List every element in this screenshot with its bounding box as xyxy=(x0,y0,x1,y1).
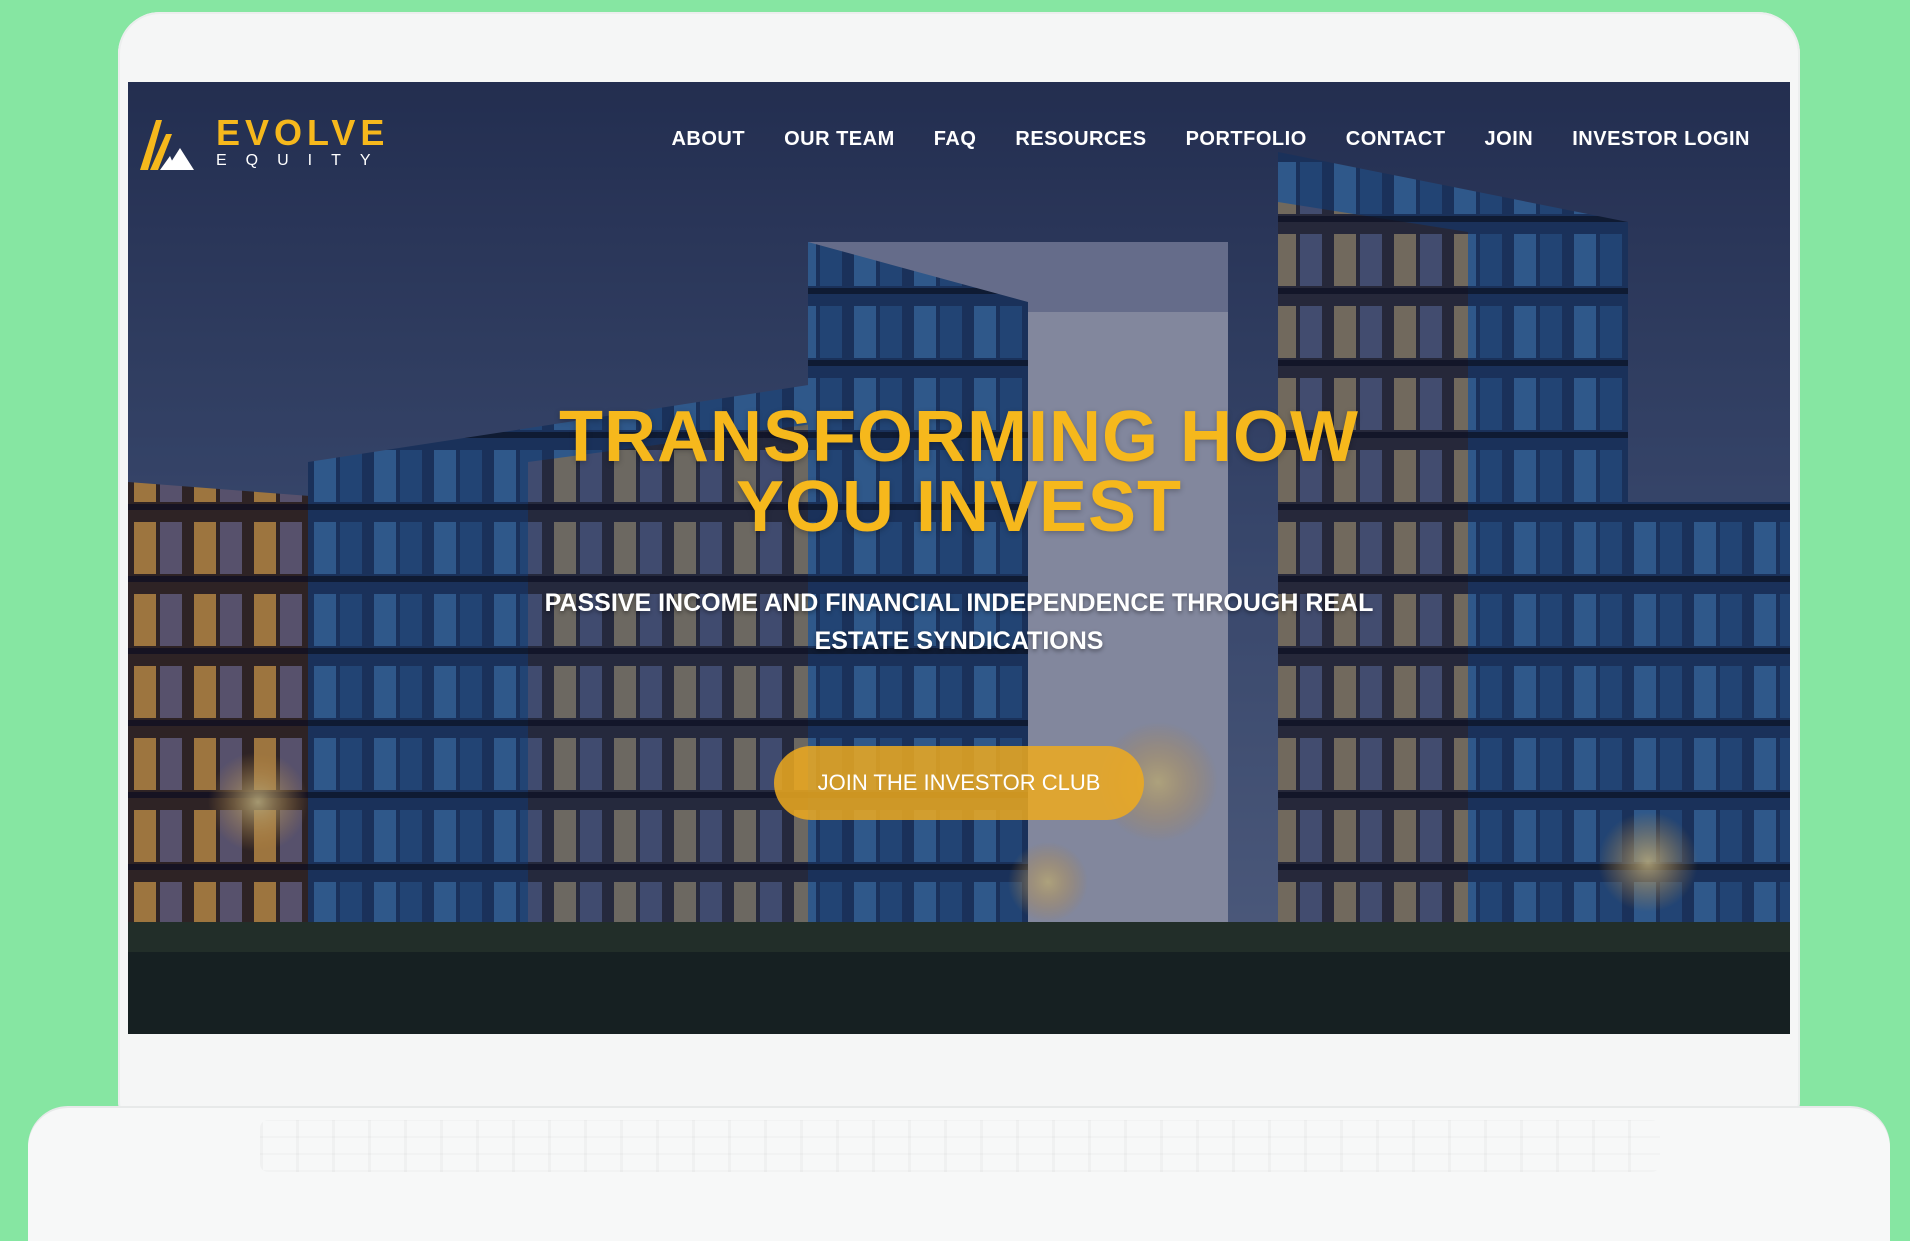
logo-mark-icon xyxy=(140,120,194,170)
hero-title-line-1: TRANSFORMING HOW xyxy=(559,397,1359,477)
brand-logo[interactable]: EVOLVE EQUITY xyxy=(136,112,390,172)
join-investor-club-button[interactable]: JOIN THE INVESTOR CLUB xyxy=(773,746,1145,820)
hero-title: TRANSFORMING HOW YOU INVEST xyxy=(128,401,1790,543)
hero-subtitle: PASSIVE INCOME AND FINANCIAL INDEPENDENC… xyxy=(544,589,1374,655)
main-nav: ABOUT OUR TEAM FAQ RESOURCES PORTFOLIO C… xyxy=(671,128,1750,151)
laptop-screen: EVOLVE EQUITY ABOUT OUR TEAM FAQ RESOURC… xyxy=(128,82,1790,1034)
nav-item-resources[interactable]: RESOURCES xyxy=(1015,128,1146,151)
hero-title-line-2: YOU INVEST xyxy=(735,467,1183,547)
hero-section: TRANSFORMING HOW YOU INVEST PASSIVE INCO… xyxy=(128,401,1790,820)
laptop-keyboard xyxy=(260,1120,1660,1172)
nav-item-our-team[interactable]: OUR TEAM xyxy=(784,128,895,151)
brand-tagline: EQUITY xyxy=(216,152,390,169)
nav-item-contact[interactable]: CONTACT xyxy=(1346,128,1446,151)
nav-item-faq[interactable]: FAQ xyxy=(934,128,977,151)
nav-item-about[interactable]: ABOUT xyxy=(671,128,745,151)
nav-item-portfolio[interactable]: PORTFOLIO xyxy=(1186,128,1307,151)
nav-item-join[interactable]: JOIN xyxy=(1485,128,1534,151)
brand-name: EVOLVE xyxy=(216,112,390,153)
nav-item-investor-login[interactable]: INVESTOR LOGIN xyxy=(1572,128,1750,151)
